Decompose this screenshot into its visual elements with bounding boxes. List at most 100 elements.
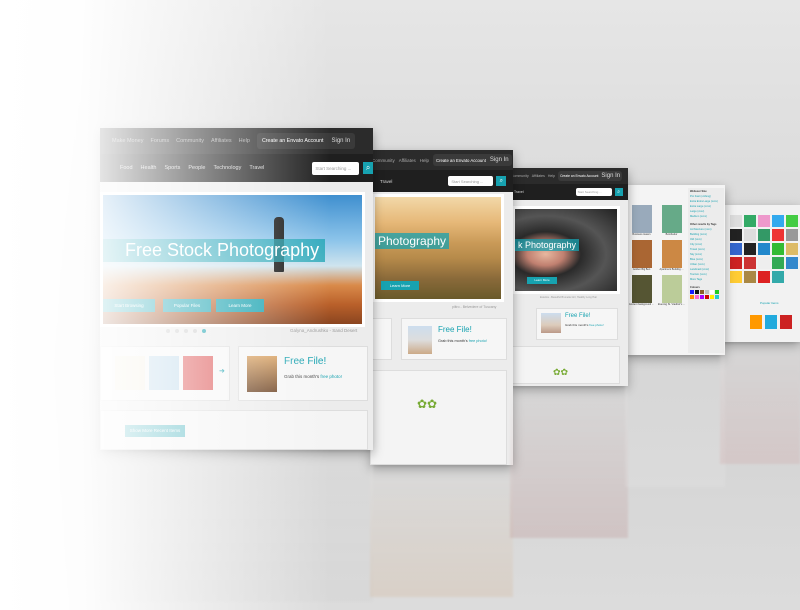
nav-community[interactable]: Community: [176, 138, 204, 144]
app-icon[interactable]: [744, 271, 756, 283]
nav-community[interactable]: Community: [511, 174, 529, 178]
result-title[interactable]: Apartment Building ...: [658, 268, 685, 271]
tag-filter-link[interactable]: More Tags: [690, 277, 722, 282]
sign-in-link[interactable]: Sign In: [601, 173, 620, 179]
app-icon[interactable]: [758, 271, 770, 283]
free-photo-link[interactable]: free photo!: [589, 323, 603, 327]
show-more-recent-button[interactable]: Show More Recent Items: [125, 425, 185, 437]
result-title[interactable]: Golden Big Ben: [628, 268, 655, 271]
carousel-dot-active[interactable]: [202, 329, 206, 333]
nav-travel[interactable]: Travel: [249, 165, 264, 171]
result-item[interactable]: Apartment Building ...: [658, 240, 685, 271]
featured-icon[interactable]: [765, 315, 777, 329]
app-icon[interactable]: [786, 243, 798, 255]
result-item[interactable]: Evening St. Vladimir's ...: [658, 275, 685, 306]
colour-swatch[interactable]: [710, 290, 714, 294]
learn-more-button[interactable]: Learn More: [216, 299, 264, 312]
result-item[interactable]: Business towers: [628, 205, 655, 236]
colour-swatch[interactable]: [700, 290, 704, 294]
item-thumbnail[interactable]: [149, 356, 179, 390]
nav-forums[interactable]: Forums: [151, 138, 170, 144]
carousel-dot[interactable]: [166, 329, 170, 333]
carousel-dot[interactable]: [175, 329, 179, 333]
sign-in-link[interactable]: Sign In: [332, 138, 351, 144]
app-icon[interactable]: [758, 215, 770, 227]
result-thumbnail[interactable]: [661, 275, 682, 303]
colour-swatch[interactable]: [705, 295, 709, 299]
search-icon[interactable]: ⌕: [614, 188, 623, 196]
create-account-button[interactable]: Create an Envato Account: [262, 138, 324, 144]
nav-community[interactable]: Community: [372, 158, 395, 163]
arrow-right-icon[interactable]: ➜: [219, 367, 225, 375]
result-thumbnail[interactable]: [631, 275, 652, 303]
search-input[interactable]: Start Searching ...: [448, 176, 494, 186]
colour-swatch[interactable]: [715, 295, 719, 299]
nav-affiliates[interactable]: Affiliates: [532, 174, 545, 178]
app-icon[interactable]: [730, 215, 742, 227]
app-icon[interactable]: [744, 215, 756, 227]
nav-sports[interactable]: Sports: [164, 165, 180, 171]
colour-swatch[interactable]: [695, 290, 699, 294]
result-item[interactable]: Golden Big Ben: [628, 240, 655, 271]
carousel-dot[interactable]: [184, 329, 188, 333]
result-title[interactable]: Evening St. Vladimir's ...: [658, 303, 685, 306]
search-icon[interactable]: ⌕: [496, 176, 507, 186]
item-thumbnail[interactable]: [115, 356, 145, 390]
popular-items-link[interactable]: Popular Items: [760, 301, 779, 305]
app-icon[interactable]: [730, 257, 742, 269]
app-icon[interactable]: [772, 257, 784, 269]
result-title[interactable]: Business towers: [628, 233, 655, 236]
app-icon[interactable]: [786, 257, 798, 269]
free-photo-link[interactable]: free photo!: [320, 374, 342, 379]
learn-more-button[interactable]: Learn More: [381, 281, 419, 290]
create-account-button[interactable]: Create an Envato Account: [436, 158, 486, 163]
start-browsing-button[interactable]: Start Browsing: [103, 299, 155, 312]
create-account-button[interactable]: Create an Envato Account: [560, 174, 598, 178]
nav-technology[interactable]: Technology: [214, 165, 242, 171]
colour-swatch[interactable]: [700, 295, 704, 299]
colour-swatch[interactable]: [715, 290, 719, 294]
sign-in-link[interactable]: Sign In: [490, 157, 509, 163]
featured-icon[interactable]: [780, 315, 792, 329]
search-input[interactable]: Start Searching ...: [312, 161, 360, 175]
result-item[interactable]: Borobudur: [658, 205, 685, 236]
result-thumbnail[interactable]: [661, 205, 682, 233]
colour-swatch[interactable]: [710, 295, 714, 299]
colour-swatch[interactable]: [690, 295, 694, 299]
app-icon[interactable]: [744, 243, 756, 255]
result-item[interactable]: Ancient background ...: [628, 275, 655, 306]
app-icon[interactable]: [786, 215, 798, 227]
result-thumbnail[interactable]: [661, 240, 682, 268]
app-icon[interactable]: [758, 229, 770, 241]
result-title[interactable]: Borobudur: [658, 233, 685, 236]
app-icon[interactable]: [772, 243, 784, 255]
nav-people[interactable]: People: [188, 165, 205, 171]
free-photo-link[interactable]: free photo!: [469, 339, 487, 343]
nav-help[interactable]: Help: [239, 138, 250, 144]
app-icon[interactable]: [772, 229, 784, 241]
app-icon[interactable]: [758, 257, 770, 269]
item-thumbnail[interactable]: [183, 356, 213, 390]
learn-more-button[interactable]: Learn More: [527, 277, 557, 284]
app-icon[interactable]: [730, 243, 742, 255]
app-icon[interactable]: [730, 229, 742, 241]
app-icon[interactable]: [772, 215, 784, 227]
colour-swatch[interactable]: [690, 290, 694, 294]
app-icon[interactable]: [730, 271, 742, 283]
result-title[interactable]: Ancient background ...: [628, 303, 655, 306]
nav-make-money[interactable]: Make Money: [112, 138, 144, 144]
colour-swatch[interactable]: [695, 295, 699, 299]
size-filter-link[interactable]: Medium (xxxx): [690, 214, 722, 219]
app-icon[interactable]: [758, 243, 770, 255]
colour-swatch[interactable]: [705, 290, 709, 294]
nav-affiliates[interactable]: Affiliates: [211, 138, 232, 144]
nav-travel[interactable]: Travel: [380, 179, 392, 184]
result-thumbnail[interactable]: [631, 205, 652, 233]
nav-health[interactable]: Health: [141, 165, 157, 171]
carousel-dot[interactable]: [193, 329, 197, 333]
app-icon[interactable]: [744, 229, 756, 241]
featured-icon[interactable]: [750, 315, 762, 329]
app-icon[interactable]: [786, 229, 798, 241]
app-icon[interactable]: [772, 271, 784, 283]
nav-affiliates[interactable]: Affiliates: [399, 158, 416, 163]
